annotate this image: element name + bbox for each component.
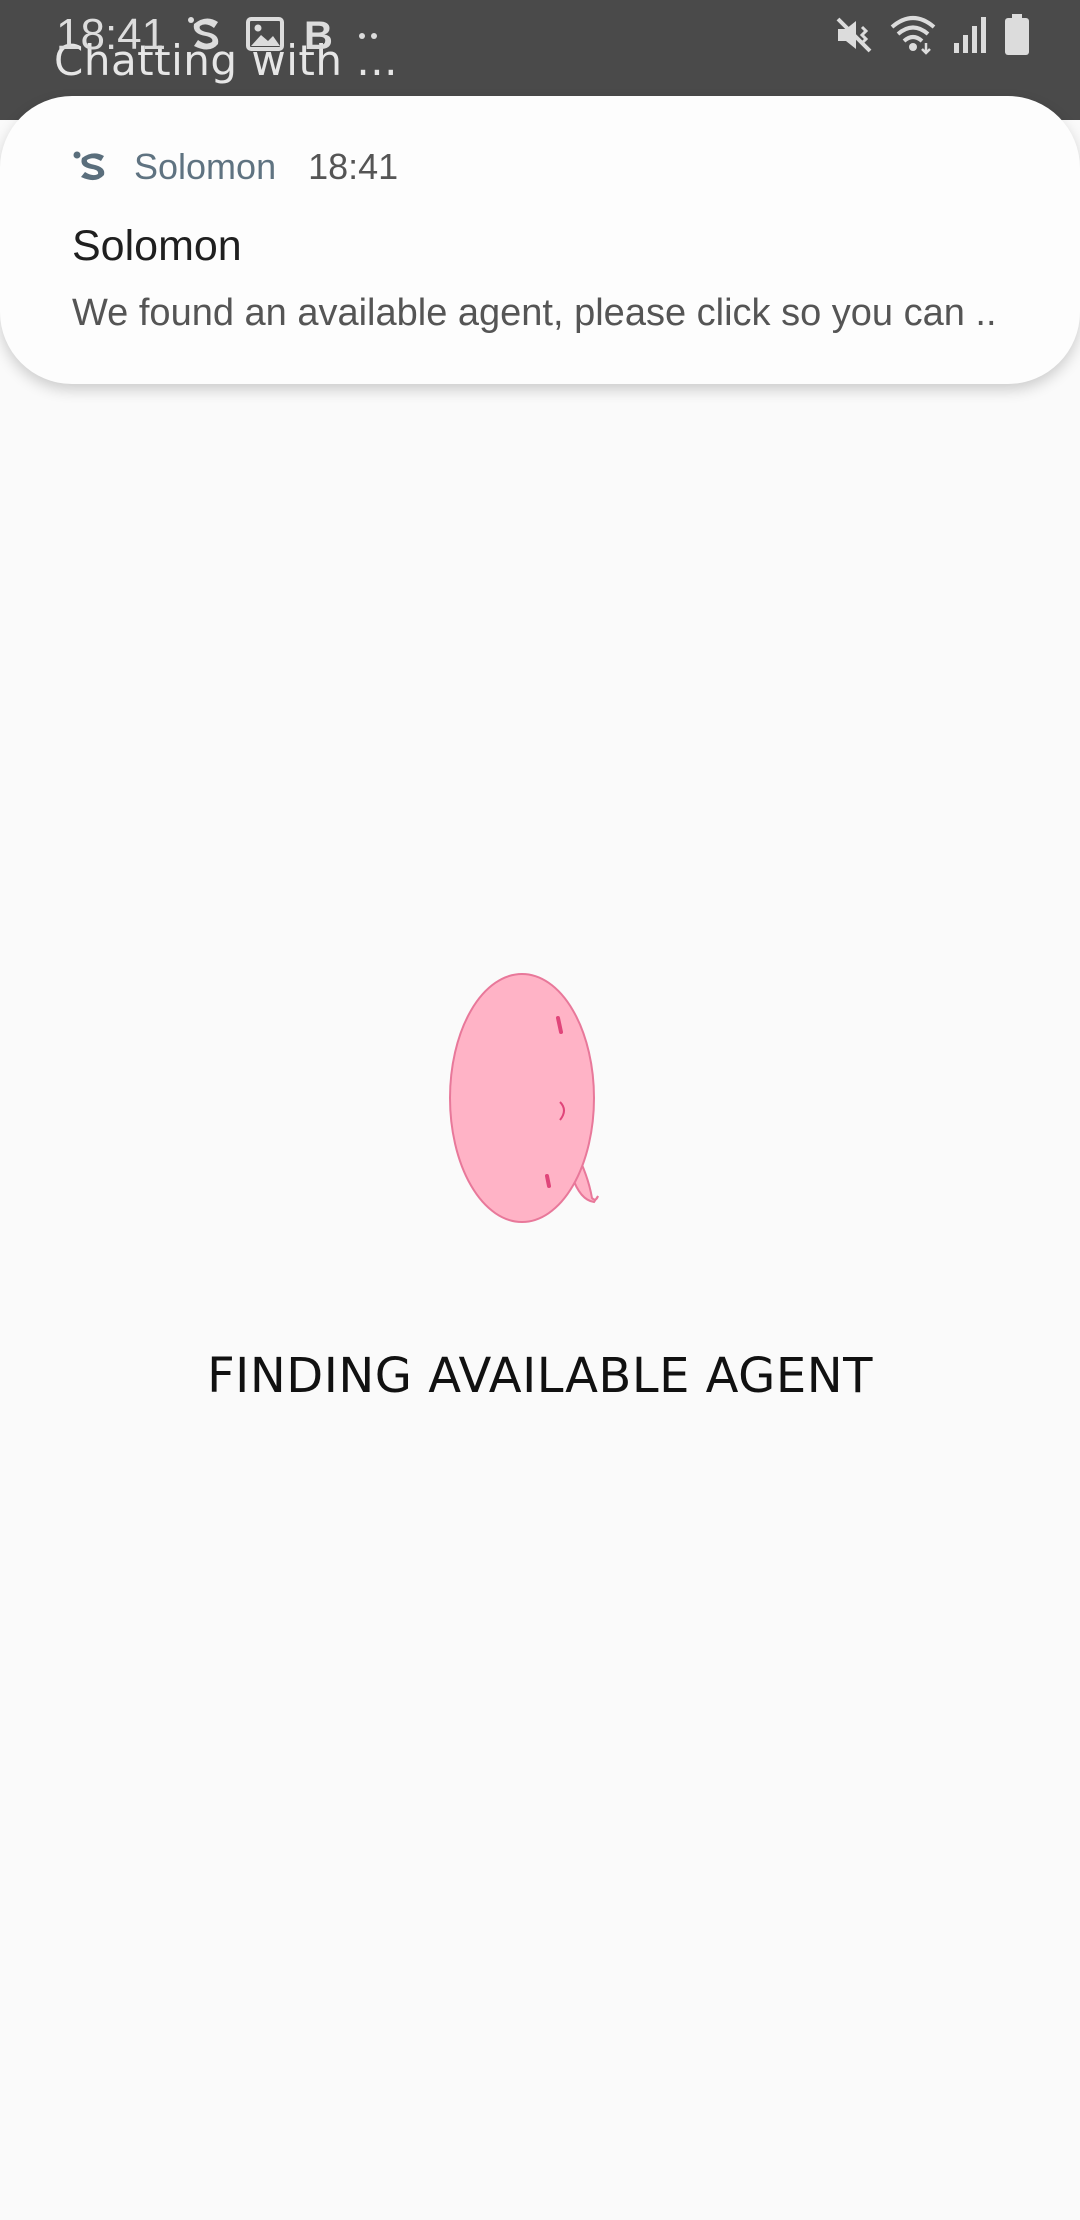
status-right-icons — [834, 14, 1030, 56]
notification-header: Solomon 18:41 — [72, 146, 398, 188]
bold-b-icon: B — [302, 15, 336, 53]
notification-app-name: Solomon — [134, 146, 277, 187]
notification-time: 18:41 — [308, 146, 399, 187]
svg-text:B: B — [304, 15, 333, 53]
signal-icon — [952, 15, 988, 55]
battery-icon — [1004, 14, 1030, 56]
image-icon — [246, 16, 284, 52]
vibrate-mute-icon — [834, 15, 874, 55]
more-dots-icon — [354, 16, 384, 52]
solomon-icon — [186, 14, 228, 54]
wifi-icon — [890, 15, 936, 55]
notification-card[interactable]: Solomon 18:41 Solomon We found an availa… — [0, 96, 1080, 384]
status-time: 18:41 — [56, 10, 167, 59]
pink-blob-mascot — [440, 970, 610, 1230]
solomon-app-icon — [72, 149, 114, 185]
notification-body: We found an available agent, please clic… — [72, 292, 997, 334]
status-bar: 18:41 B — [0, 0, 1080, 72]
finding-agent-text: FINDING AVAILABLE AGENT — [207, 1348, 873, 1404]
notification-title: Solomon — [72, 222, 242, 270]
status-left-icons: B — [186, 14, 384, 54]
